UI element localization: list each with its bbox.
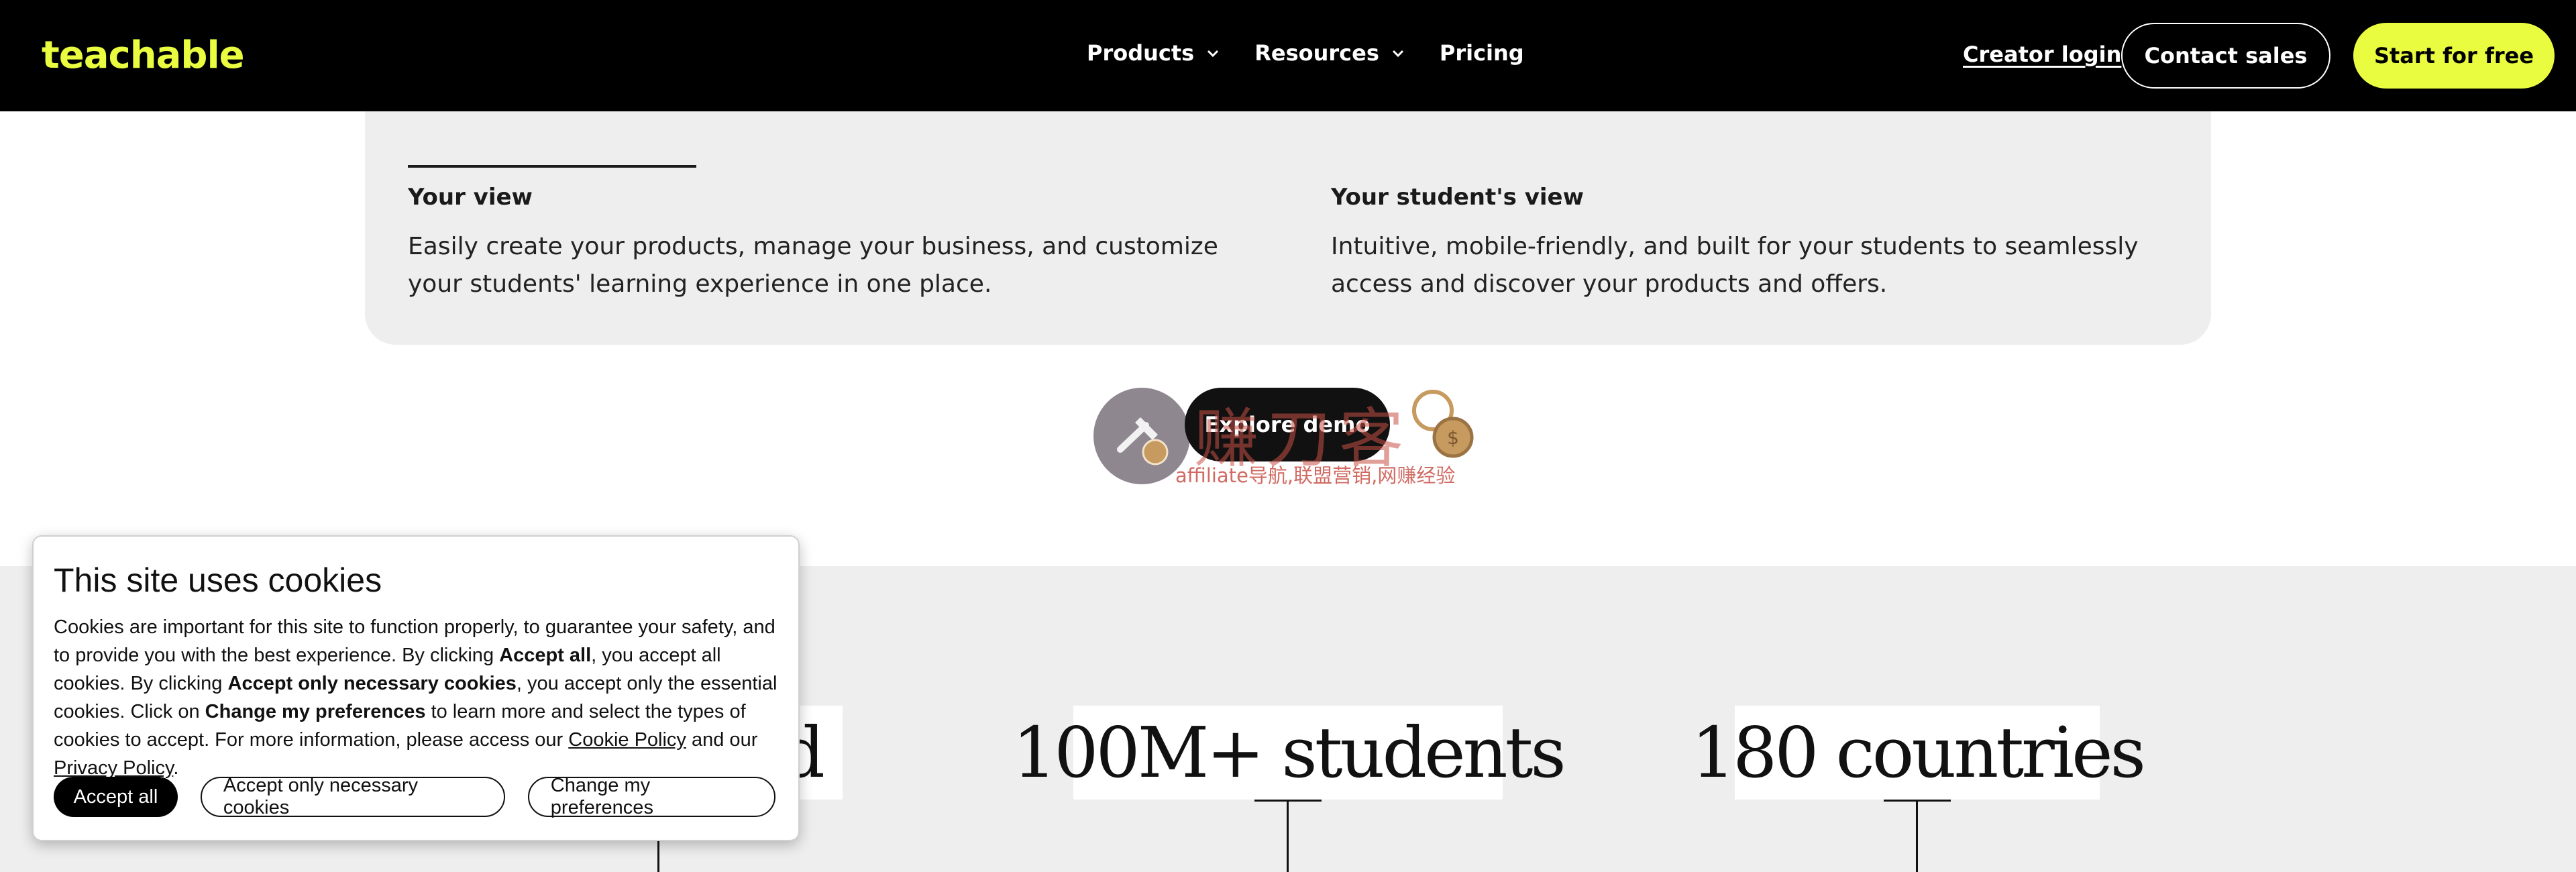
chevron-down-icon [1208,50,1219,58]
cookie-dialog-body: Cookies are important for this site to f… [54,613,785,782]
stat-connector [1916,800,1918,872]
nav-resources[interactable]: Resources [1254,40,1406,66]
views-panel: Your view Easily create your products, m… [365,111,2211,345]
site-header: teachable Products Resources Pricing Cre… [0,0,2576,111]
nav-pricing[interactable]: Pricing [1440,40,1524,66]
cookie-emphasis: Change my preferences [205,701,426,722]
your-view-column[interactable]: Your view Easily create your products, m… [408,184,1280,303]
cookie-emphasis: Accept all [499,645,592,666]
your-view-description: Easily create your products, manage your… [408,233,1218,298]
stat-box-students: 100M+ students [1012,706,1566,800]
svg-text:$: $ [1447,427,1459,449]
cookie-text: and our [686,729,758,751]
stat-connector [1287,800,1289,872]
chevron-down-icon [1392,50,1403,58]
cookie-emphasis: Accept only necessary cookies [227,673,517,694]
your-view-title: Your view [408,184,533,211]
creator-login-link[interactable]: Creator login [1963,42,2121,67]
student-view-column[interactable]: Your student's view Intuitive, mobile-fr… [1331,184,2203,303]
accept-all-button[interactable]: Accept all [54,777,178,817]
cookie-policy-link[interactable]: Cookie Policy [568,729,686,751]
stat-box-countries: 180 countries [1691,706,2146,800]
cookie-actions: Accept all Accept only necessary cookies… [54,775,798,818]
coins-icon: $ [1412,390,1474,458]
start-for-free-button[interactable]: Start for free [2353,23,2555,89]
cookie-consent-dialog: This site uses cookies Cookies are impor… [32,535,800,841]
accept-necessary-button[interactable]: Accept only necessary cookies [200,775,505,818]
cookie-text: . [173,757,179,779]
privacy-policy-link[interactable]: Privacy Policy [54,757,173,779]
nav-pricing-label: Pricing [1439,40,1524,66]
nav-products-label: Products [1087,40,1195,66]
change-preferences-button[interactable]: Change my preferences [527,775,775,818]
nav-products[interactable]: Products [1087,40,1221,66]
student-view-description: Intuitive, mobile-friendly, and built fo… [1331,233,2139,298]
teachable-logo[interactable]: teachable [42,34,245,77]
active-tab-indicator [408,165,696,168]
main-nav: Products Resources Pricing [1087,40,1558,66]
contact-sales-button[interactable]: Contact sales [2121,23,2330,89]
student-view-title: Your student's view [1331,184,1584,211]
nav-resources-label: Resources [1254,40,1379,66]
cookie-dialog-title: This site uses cookies [54,561,382,599]
watermark-subtitle: affiliate导航,联盟营销,网赚经验 [1175,464,1456,487]
